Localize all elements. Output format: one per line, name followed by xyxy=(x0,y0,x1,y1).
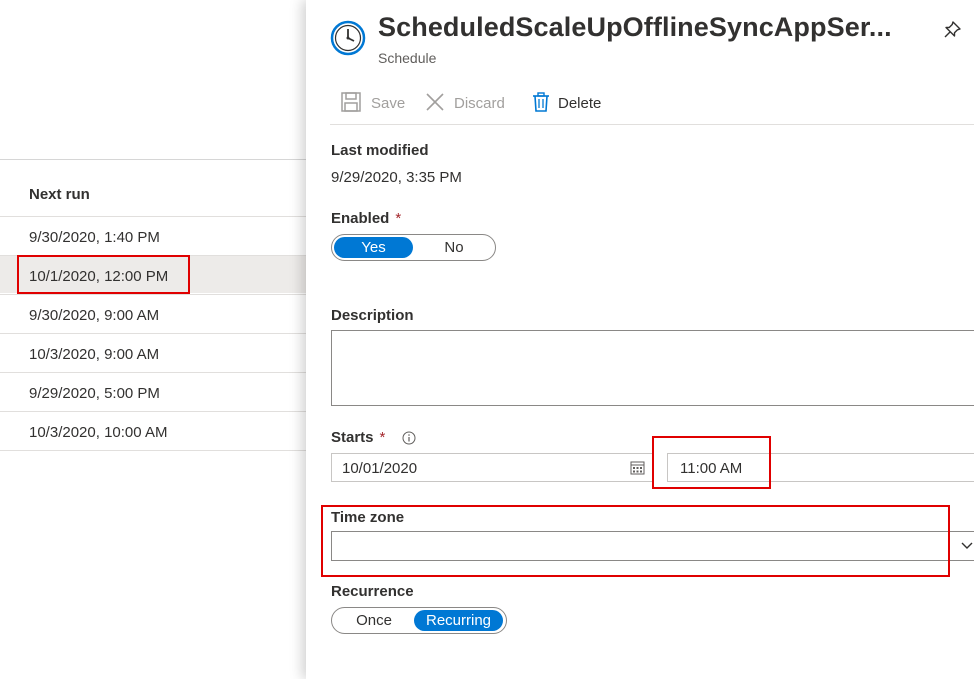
required-mark: * xyxy=(395,210,402,227)
table-bottom-divider xyxy=(0,450,306,451)
recurrence-option-once[interactable]: Once xyxy=(334,610,414,631)
delete-button[interactable]: Delete xyxy=(530,90,610,116)
pin-icon[interactable] xyxy=(942,20,962,40)
starts-label: Starts * xyxy=(331,429,385,446)
enabled-toggle[interactable]: Yes No xyxy=(331,234,496,261)
enabled-label: Enabled * xyxy=(331,210,401,227)
table-row[interactable]: 10/3/2020, 9:00 AM xyxy=(0,333,306,371)
clock-icon xyxy=(330,20,366,56)
schedules-table: Next run 9/30/2020, 1:40 PM 10/1/2020, 1… xyxy=(0,0,306,679)
table-row[interactable]: 9/30/2020, 9:00 AM xyxy=(0,294,306,332)
highlight-box-start-time xyxy=(652,436,771,489)
recurrence-toggle[interactable]: Once Recurring xyxy=(331,607,507,634)
delete-label: Delete xyxy=(558,95,602,112)
table-top-divider xyxy=(0,159,306,160)
enabled-option-no[interactable]: No xyxy=(415,237,493,258)
description-textarea[interactable] xyxy=(331,330,974,406)
discard-label: Discard xyxy=(454,95,505,112)
last-modified-value: 9/29/2020, 3:35 PM xyxy=(331,169,462,186)
highlight-box-next-run xyxy=(17,255,190,294)
table-row[interactable]: 10/3/2020, 10:00 AM xyxy=(0,411,306,449)
toolbar-divider xyxy=(330,124,974,125)
save-button[interactable]: Save xyxy=(340,90,410,116)
panel-subtitle: Schedule xyxy=(378,50,437,66)
info-icon[interactable] xyxy=(402,431,416,445)
last-modified-label: Last modified xyxy=(331,142,429,159)
column-header-next-run[interactable]: Next run xyxy=(29,186,90,203)
trash-icon xyxy=(533,92,549,112)
save-label: Save xyxy=(371,95,406,112)
next-run-cell: 9/30/2020, 1:40 PM xyxy=(29,229,160,246)
starts-label-text: Starts xyxy=(331,429,374,446)
discard-button[interactable]: Discard xyxy=(424,90,514,116)
required-mark: * xyxy=(379,429,386,446)
save-icon xyxy=(341,92,361,112)
highlight-box-time-zone xyxy=(321,505,950,577)
table-row[interactable]: 9/29/2020, 5:00 PM xyxy=(0,372,306,410)
recurrence-option-recurring[interactable]: Recurring xyxy=(414,610,503,631)
description-label: Description xyxy=(331,307,414,324)
next-run-cell: 10/3/2020, 9:00 AM xyxy=(29,346,160,363)
next-run-cell: 9/30/2020, 9:00 AM xyxy=(29,307,160,324)
next-run-cell: 9/29/2020, 5:00 PM xyxy=(29,385,160,402)
panel-title: ScheduledScaleUpOfflineSyncAppSer... xyxy=(378,12,892,42)
next-run-cell: 10/3/2020, 10:00 AM xyxy=(29,424,168,441)
enabled-option-yes[interactable]: Yes xyxy=(334,237,413,258)
close-icon xyxy=(426,93,444,111)
recurrence-label: Recurrence xyxy=(331,583,414,600)
schedule-panel: ScheduledScaleUpOfflineSyncAppSer... Sch… xyxy=(306,0,974,679)
enabled-label-text: Enabled xyxy=(331,210,390,227)
calendar-icon[interactable] xyxy=(630,460,645,475)
start-date-input[interactable]: 10/01/2020 xyxy=(331,453,653,482)
chevron-down-icon[interactable] xyxy=(960,541,974,551)
table-row[interactable]: 9/30/2020, 1:40 PM xyxy=(0,216,306,254)
start-date-value: 10/01/2020 xyxy=(342,460,418,477)
